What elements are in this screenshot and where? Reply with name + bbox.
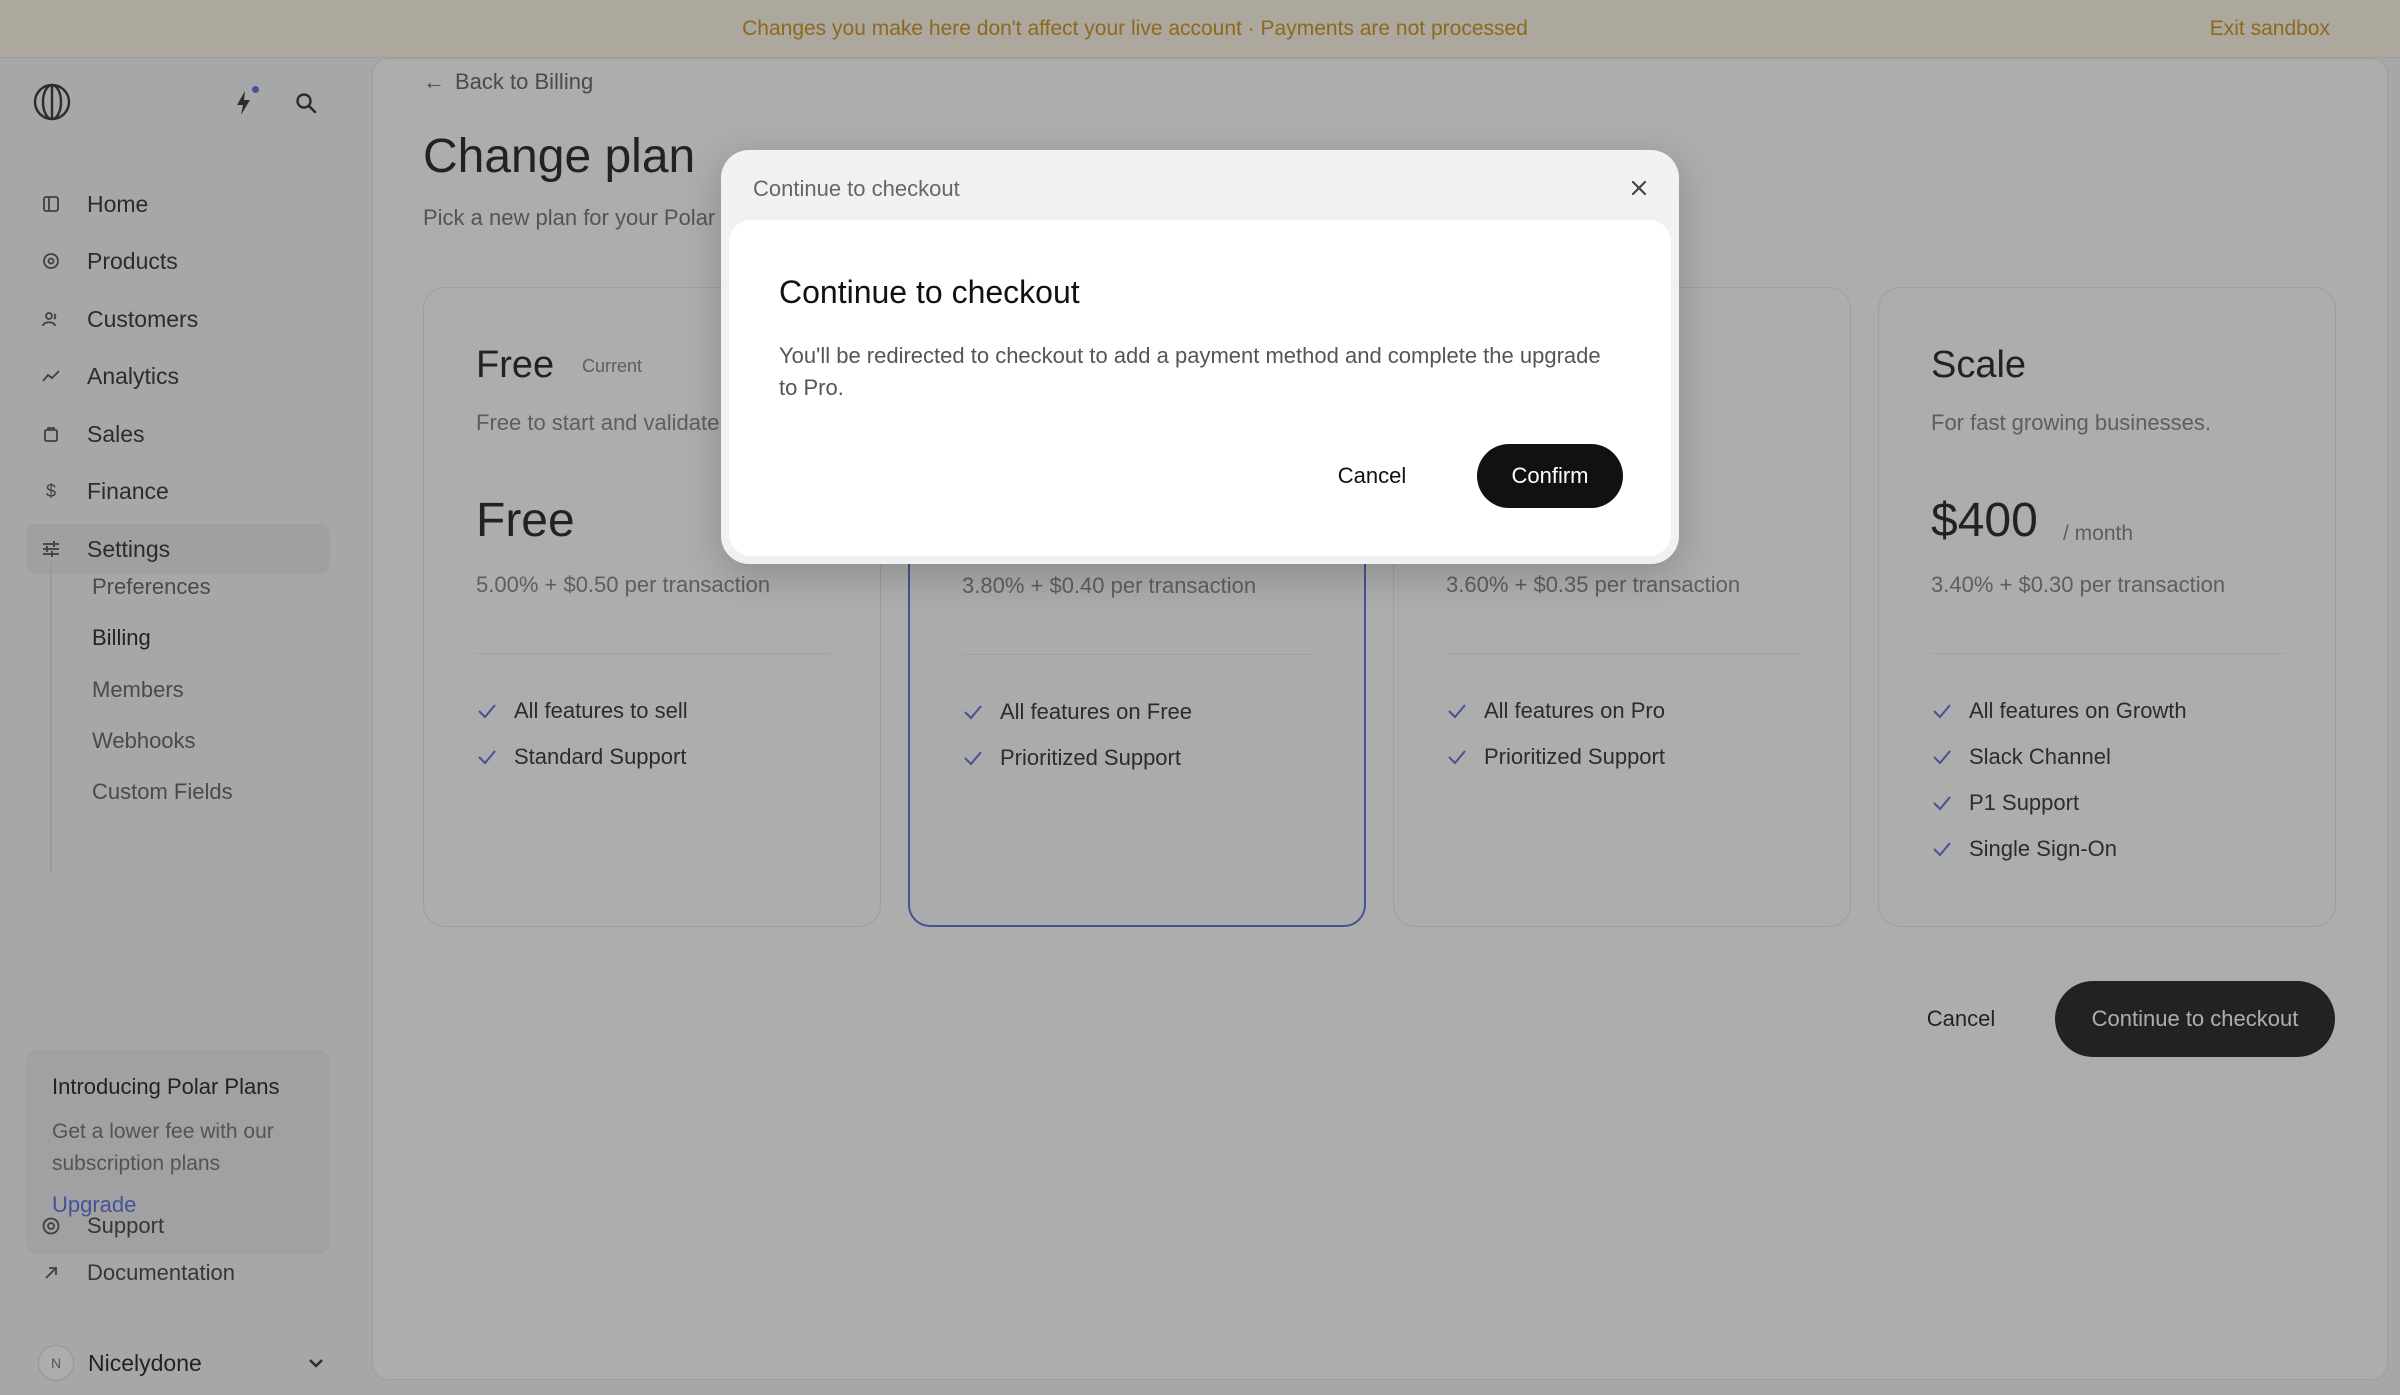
close-icon[interactable] bbox=[1623, 172, 1655, 204]
dialog-header-title: Continue to checkout bbox=[753, 176, 960, 201]
dialog-cancel-button[interactable]: Cancel bbox=[1307, 444, 1437, 508]
dialog-message: You'll be redirected to checkout to add … bbox=[779, 343, 1601, 400]
checkout-dialog: Continue to checkout Continue to checkou… bbox=[721, 150, 1679, 564]
dialog-body: Continue to checkout You'll be redirecte… bbox=[729, 220, 1671, 556]
dialog-title: Continue to checkout bbox=[779, 274, 1080, 310]
confirm-button[interactable]: Confirm bbox=[1477, 444, 1623, 508]
